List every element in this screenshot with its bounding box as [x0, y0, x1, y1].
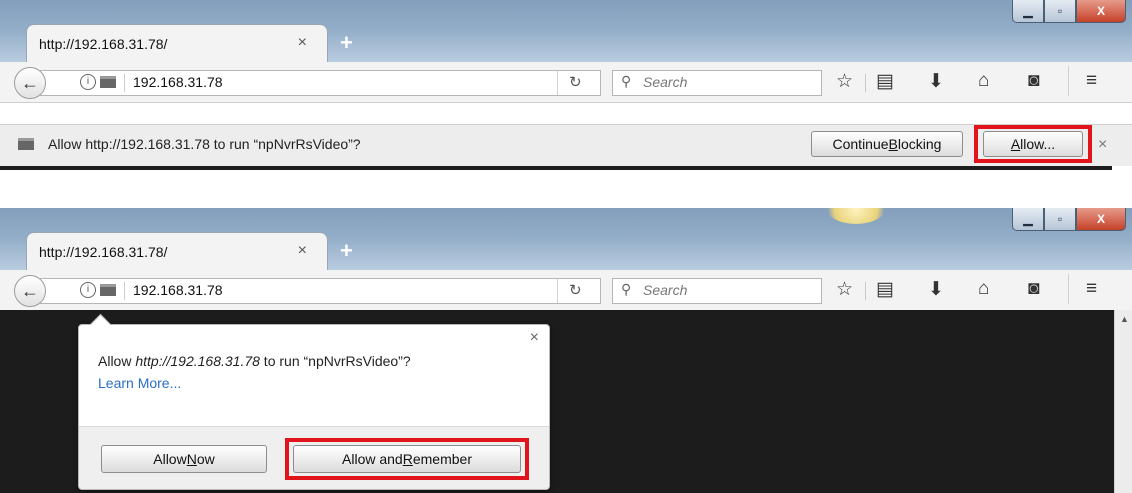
browser-tab[interactable]: http://192.168.31.78/ ×	[26, 232, 328, 271]
url-text[interactable]: 192.168.31.78	[133, 282, 223, 298]
url-divider	[124, 282, 125, 300]
pocket-icon[interactable]: ◙	[1028, 70, 1039, 92]
tab-title: http://192.168.31.78/	[39, 36, 168, 52]
plugin-permission-popup: × Allow http://192.168.31.78 to run “npN…	[78, 313, 550, 490]
popup-message: Allow http://192.168.31.78 to run “npNvr…	[98, 353, 411, 369]
search-icon: ⚲	[621, 73, 632, 89]
search-input[interactable]: ⚲ Search	[612, 70, 822, 96]
bookmark-star-icon[interactable]: ☆	[836, 278, 853, 301]
close-icon[interactable]: ×	[530, 329, 539, 347]
notification-text: Allow http://192.168.31.78 to run “npNvr…	[48, 136, 361, 152]
reload-icon[interactable]: ↻	[569, 281, 582, 299]
navigation-toolbar: i 192.168.31.78 ↻ ← ⚲ Search ☆ ▤ ⬇ ⌂ ◙ ≡	[0, 270, 1132, 311]
page-content-edge-gap	[1112, 166, 1132, 170]
page-content-edge	[0, 166, 1132, 170]
browser-window-popup-state: ▁ ▫ X http://192.168.31.78/ × + i 192.16…	[0, 208, 1132, 493]
button-label: locking	[897, 136, 942, 152]
close-icon[interactable]: ×	[1098, 136, 1107, 154]
reload-icon[interactable]: ↻	[569, 73, 582, 91]
home-icon[interactable]: ⌂	[978, 70, 989, 92]
learn-more-link[interactable]: Learn More...	[98, 375, 181, 391]
toolbar-divider	[1068, 274, 1069, 304]
home-icon[interactable]: ⌂	[978, 278, 989, 300]
close-window-button[interactable]: X	[1076, 0, 1126, 23]
browser-tab[interactable]: http://192.168.31.78/ ×	[26, 24, 328, 63]
button-label: ow	[196, 451, 215, 467]
search-placeholder: Search	[643, 74, 688, 90]
minimize-button[interactable]: ▁	[1012, 208, 1044, 231]
bookmark-star-icon[interactable]: ☆	[836, 70, 853, 93]
browser-window-notification-bar-state: ▁ ▫ X http://192.168.31.78/ × + i 192.16…	[0, 0, 1132, 170]
back-button[interactable]: ←	[14, 67, 46, 99]
window-controls: ▁ ▫ X	[1012, 0, 1126, 24]
minimize-button[interactable]: ▁	[1012, 0, 1044, 23]
search-icon: ⚲	[621, 281, 632, 297]
highlight-box	[285, 438, 529, 480]
tab-close-icon[interactable]: ×	[298, 242, 307, 260]
message-part: Allow	[98, 353, 136, 369]
info-icon[interactable]: i	[80, 282, 96, 298]
message-part: to run “npNvrRsVideo”?	[259, 353, 411, 369]
plugin-icon	[18, 138, 34, 150]
popup-footer: Allow Now Allow and Remember	[79, 426, 549, 489]
download-icon[interactable]: ⬇	[928, 278, 944, 301]
scrollbar[interactable]: ▲	[1114, 310, 1132, 493]
button-label: Continue	[832, 136, 889, 152]
plugin-icon[interactable]	[100, 284, 116, 296]
url-divider	[124, 74, 125, 92]
new-tab-button[interactable]: +	[340, 238, 353, 264]
navigation-toolbar: i 192.168.31.78 ↻ ← ⚲ Search ☆ ▤ ⬇ ⌂ ◙ ≡	[0, 62, 1132, 103]
plugin-notification-bar: Allow http://192.168.31.78 to run “npNvr…	[0, 124, 1132, 167]
origin-text: http://192.168.31.78	[135, 353, 260, 369]
url-bar[interactable]: i 192.168.31.78 ↻	[40, 70, 601, 96]
back-arrow-icon: ←	[21, 280, 39, 301]
scroll-up-icon[interactable]: ▲	[1120, 314, 1129, 324]
allow-now-button[interactable]: Allow Now	[101, 445, 267, 473]
window-controls: ▁ ▫ X	[1012, 208, 1126, 232]
toolbar-divider	[1068, 66, 1069, 96]
reading-list-icon[interactable]: ▤	[876, 278, 894, 301]
tab-close-icon[interactable]: ×	[298, 34, 307, 52]
close-window-button[interactable]: X	[1076, 208, 1126, 231]
url-text[interactable]: 192.168.31.78	[133, 74, 223, 90]
back-arrow-icon: ←	[21, 72, 39, 93]
search-input[interactable]: ⚲ Search	[612, 278, 822, 304]
maximize-button[interactable]: ▫	[1044, 0, 1076, 23]
menu-icon[interactable]: ≡	[1086, 278, 1097, 300]
url-bar[interactable]: i 192.168.31.78 ↻	[40, 278, 601, 304]
access-key: N	[186, 451, 197, 467]
search-placeholder: Search	[643, 282, 688, 298]
pocket-icon[interactable]: ◙	[1028, 278, 1039, 300]
maximize-button[interactable]: ▫	[1044, 208, 1076, 231]
menu-icon[interactable]: ≡	[1086, 70, 1097, 92]
url-divider	[557, 71, 558, 95]
tab-title: http://192.168.31.78/	[39, 244, 168, 260]
toolbar-divider	[865, 74, 866, 92]
plugin-icon[interactable]	[100, 76, 116, 88]
highlight-box	[974, 125, 1092, 163]
toolbar-divider	[865, 282, 866, 300]
button-label: Allow	[153, 451, 187, 467]
url-divider	[557, 279, 558, 303]
info-icon[interactable]: i	[80, 74, 96, 90]
access-key: B	[888, 136, 898, 152]
download-icon[interactable]: ⬇	[928, 70, 944, 93]
back-button[interactable]: ←	[14, 275, 46, 307]
continue-blocking-button[interactable]: Continue Blocking	[811, 131, 963, 157]
new-tab-button[interactable]: +	[340, 30, 353, 56]
reading-list-icon[interactable]: ▤	[876, 70, 894, 93]
